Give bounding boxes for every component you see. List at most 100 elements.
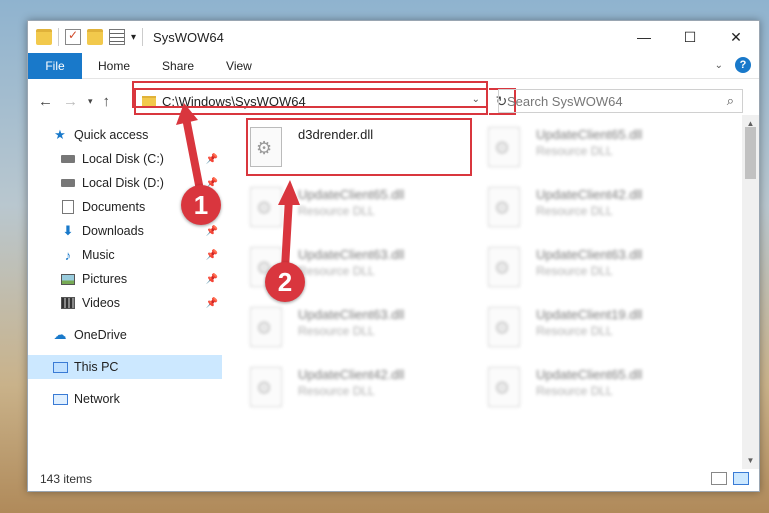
quick-access-toolbar: ▾: [36, 28, 144, 46]
sidebar-item-label: OneDrive: [74, 328, 127, 342]
file-highlight-box: [246, 118, 472, 176]
file-item[interactable]: UpdateClient65.dll Resource DLL: [250, 183, 480, 235]
title-bar: ▾ SysWOW64 — ☐ ✕: [28, 21, 759, 53]
new-folder-icon[interactable]: [87, 29, 103, 45]
view-switcher: [711, 472, 749, 485]
chevron-down-icon[interactable]: ▾: [131, 32, 136, 43]
file-type: Resource DLL: [298, 204, 375, 218]
file-name: UpdateClient65.dll: [536, 127, 643, 142]
folder-icon[interactable]: [36, 29, 52, 45]
file-type: Resource DLL: [298, 264, 375, 278]
scrollbar-thumb[interactable]: [745, 127, 756, 179]
sidebar-item-local-disk-c[interactable]: Local Disk (C:) 📌: [28, 147, 222, 171]
star-icon: ★: [54, 127, 66, 142]
close-button[interactable]: ✕: [713, 21, 759, 53]
pictures-icon: [60, 272, 76, 286]
minimize-button[interactable]: —: [621, 21, 667, 53]
dll-file-icon: [488, 367, 520, 407]
sidebar-item-label: Pictures: [82, 272, 128, 286]
pin-icon[interactable]: 📌: [206, 274, 218, 285]
window-controls: — ☐ ✕: [621, 21, 759, 53]
separator: [142, 28, 144, 46]
file-item[interactable]: UpdateClient19.dll Resource DLL: [488, 303, 718, 355]
file-name: UpdateClient63.dll: [298, 307, 405, 322]
music-icon: ♪: [64, 247, 72, 263]
file-type: Resource DLL: [536, 204, 613, 218]
file-type: Resource DLL: [536, 264, 613, 278]
file-name: UpdateClient42.dll: [536, 187, 643, 202]
pin-icon[interactable]: 📌: [206, 226, 218, 237]
sidebar-item-videos[interactable]: Videos 📌: [28, 291, 222, 315]
help-icon[interactable]: ?: [735, 57, 751, 73]
file-name: UpdateClient65.dll: [298, 187, 405, 202]
file-name: UpdateClient63.dll: [298, 247, 405, 262]
file-type: Resource DLL: [536, 324, 613, 338]
navigation-pane: ★ Quick access Local Disk (C:) 📌 Local D…: [28, 123, 222, 463]
search-placeholder: Search SysWOW64: [507, 93, 623, 109]
dll-file-icon: [488, 187, 520, 227]
sidebar-item-network[interactable]: Network: [28, 387, 222, 411]
file-name: UpdateClient63.dll: [536, 247, 643, 262]
item-count: 143 items: [40, 472, 93, 486]
sidebar-item-label: Documents: [82, 200, 146, 214]
file-item[interactable]: UpdateClient42.dll Resource DLL: [488, 183, 718, 235]
step-2-badge: 2: [265, 262, 305, 302]
details-view-icon[interactable]: [711, 472, 727, 485]
file-name: UpdateClient65.dll: [536, 367, 643, 382]
disk-icon: [60, 152, 76, 166]
file-name: UpdateClient19.dll: [536, 307, 643, 322]
recent-locations-icon[interactable]: ▾: [88, 96, 93, 107]
sidebar-item-label: This PC: [74, 360, 119, 374]
download-icon: ⬇: [62, 223, 74, 238]
nav-buttons: ← → ▾ ↑: [28, 93, 132, 110]
address-highlight-box: [132, 81, 488, 108]
file-item[interactable]: UpdateClient65.dll Resource DLL: [488, 123, 718, 175]
tab-view[interactable]: View: [210, 59, 268, 73]
customize-icon[interactable]: [109, 29, 125, 45]
forward-arrow-icon[interactable]: →: [63, 93, 78, 110]
dll-file-icon: [488, 127, 520, 167]
pin-icon[interactable]: 📌: [206, 154, 218, 165]
sidebar-item-label: Videos: [82, 296, 120, 310]
maximize-button[interactable]: ☐: [667, 21, 713, 53]
sidebar-item-onedrive[interactable]: ☁ OneDrive: [28, 323, 222, 347]
sidebar-item-label: Local Disk (D:): [82, 176, 164, 190]
file-item[interactable]: UpdateClient63.dll Resource DLL: [250, 303, 480, 355]
sidebar-item-pictures[interactable]: Pictures 📌: [28, 267, 222, 291]
expand-ribbon-icon[interactable]: ⌄: [715, 60, 723, 71]
file-type: Resource DLL: [298, 384, 375, 398]
back-arrow-icon[interactable]: ←: [38, 93, 53, 110]
sidebar-item-label: Music: [82, 248, 115, 262]
vertical-scrollbar[interactable]: ▲ ▼: [742, 115, 759, 469]
file-item[interactable]: UpdateClient65.dll Resource DLL: [488, 363, 718, 415]
pin-icon[interactable]: 📌: [206, 298, 218, 309]
sidebar-item-music[interactable]: ♪ Music 📌: [28, 243, 222, 267]
file-type: Resource DLL: [298, 324, 375, 338]
cloud-icon: ☁: [53, 327, 67, 342]
sidebar-item-quick-access[interactable]: ★ Quick access: [28, 123, 222, 147]
file-type: Resource DLL: [536, 384, 613, 398]
computer-icon: [52, 360, 68, 374]
file-item[interactable]: UpdateClient63.dll Resource DLL: [488, 243, 718, 295]
sidebar-item-label: Network: [74, 392, 120, 406]
up-arrow-icon[interactable]: ↑: [103, 93, 111, 110]
tab-share[interactable]: Share: [146, 59, 210, 73]
network-icon: [52, 392, 68, 406]
large-icons-view-icon[interactable]: [733, 472, 749, 485]
sidebar-item-label: Quick access: [74, 128, 149, 142]
tab-home[interactable]: Home: [82, 59, 146, 73]
search-input[interactable]: Search SysWOW64 ⌕: [498, 89, 743, 113]
dll-file-icon: [250, 367, 282, 407]
videos-icon: [60, 296, 76, 310]
file-item[interactable]: UpdateClient42.dll Resource DLL: [250, 363, 480, 415]
dll-file-icon: [250, 187, 282, 227]
window-title: SysWOW64: [153, 29, 224, 45]
documents-icon: [60, 200, 76, 214]
dll-file-icon: [488, 307, 520, 347]
tab-file[interactable]: File: [28, 52, 82, 79]
step-1-badge: 1: [181, 185, 221, 225]
pin-icon[interactable]: 📌: [206, 250, 218, 261]
dll-file-icon: [488, 247, 520, 287]
properties-check-icon[interactable]: [65, 28, 81, 45]
sidebar-item-this-pc[interactable]: This PC: [28, 355, 222, 379]
